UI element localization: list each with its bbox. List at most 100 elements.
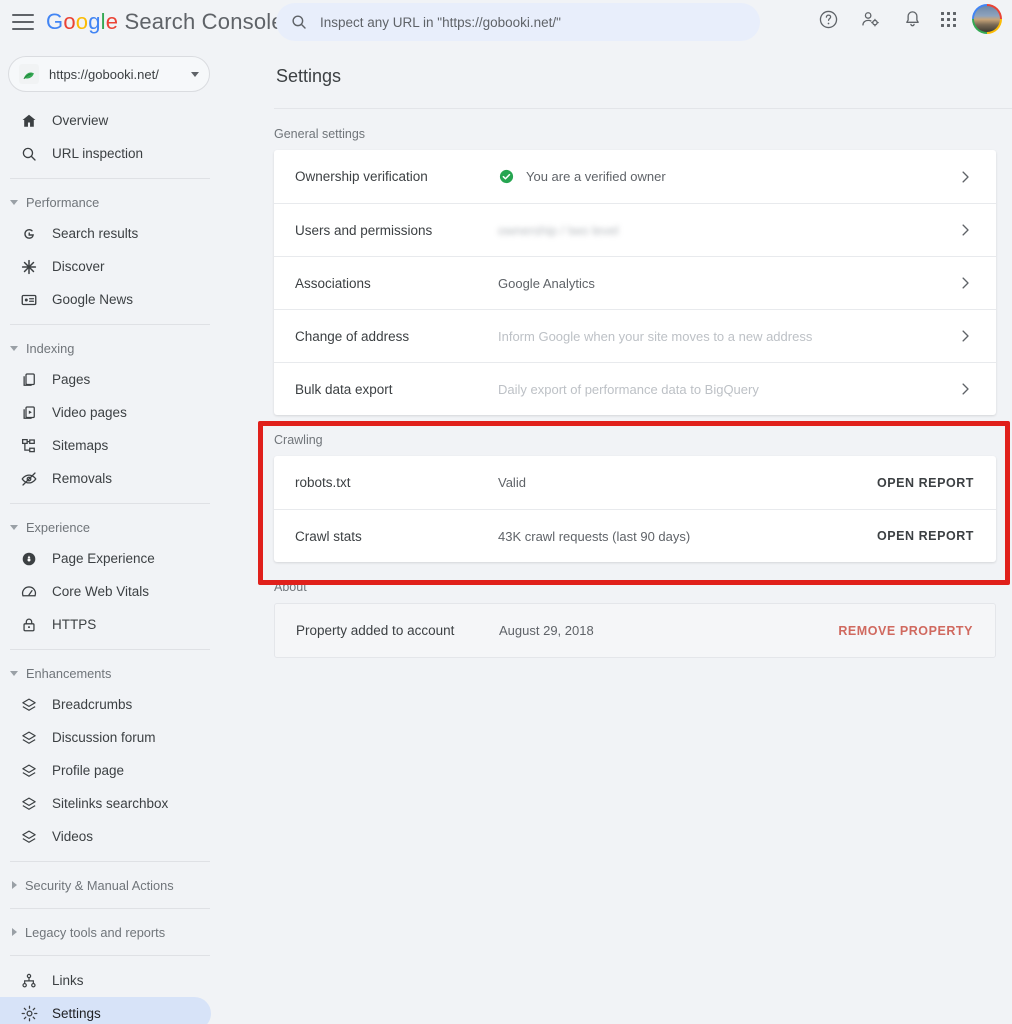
sidebar-group-label: Performance	[26, 194, 100, 210]
sidebar-item-search-results[interactable]: Search results	[0, 217, 211, 250]
sidebar-group-legacy-tools[interactable]: Legacy tools and reports	[0, 917, 220, 947]
sidebar-item-label: Settings	[52, 1006, 101, 1021]
about-card: Property added to account August 29, 201…	[274, 603, 996, 658]
sidebar-item-pages[interactable]: Pages	[0, 363, 211, 396]
sidebar-item-page-experience[interactable]: Page Experience	[0, 542, 211, 575]
sidebar-item-discover[interactable]: Discover	[0, 250, 211, 283]
section-label-general-settings: General settings	[274, 127, 366, 141]
sidebar-item-label: Videos	[52, 829, 94, 844]
sidebar-item-label: Page Experience	[52, 551, 155, 566]
sidebar-item-label: Core Web Vitals	[52, 584, 150, 599]
sidebar-nav: https://gobooki.net/ Overview URL inspec…	[0, 44, 220, 1024]
sidebar-item-label: Google News	[52, 292, 134, 307]
brand-letter: g	[88, 9, 101, 34]
brand-product: Search Console	[124, 9, 284, 34]
chevron-right-icon[interactable]	[956, 168, 974, 186]
layers-icon	[18, 793, 40, 815]
sidebar-group-enhancements[interactable]: Enhancements	[0, 658, 220, 688]
account-settings-icon[interactable]	[857, 6, 883, 32]
sidebar-divider	[10, 861, 210, 862]
brand-title: Google Search Console	[46, 9, 284, 35]
brand-letter: G	[46, 9, 64, 34]
notifications-bell-icon[interactable]	[899, 6, 925, 32]
row-label: Users and permissions	[295, 222, 433, 238]
main-content: Settings General settings Ownership veri…	[220, 44, 1012, 1024]
sidebar-item-profile-page[interactable]: Profile page	[0, 754, 211, 787]
sidebar-item-label: Overview	[52, 113, 109, 128]
row-value-text: Daily export of performance data to BigQ…	[498, 381, 759, 397]
chevron-right-icon[interactable]	[956, 274, 974, 292]
sidebar-item-video-pages[interactable]: Video pages	[0, 396, 211, 429]
open-report-button[interactable]: OPEN REPORT	[877, 529, 974, 543]
gear-icon	[18, 1003, 40, 1024]
chevron-right-icon[interactable]	[956, 380, 974, 398]
settings-row-crawl-stats[interactable]: Crawl stats 43K crawl requests (last 90 …	[274, 509, 996, 562]
chevron-right-icon	[12, 881, 17, 889]
settings-row-robots-txt[interactable]: robots.txt Valid OPEN REPORT	[274, 456, 996, 509]
chevron-right-icon[interactable]	[956, 327, 974, 345]
eye-off-icon	[18, 468, 40, 490]
settings-row-associations[interactable]: Associations Google Analytics	[274, 256, 996, 309]
sidebar-item-settings[interactable]: Settings	[0, 997, 211, 1024]
sidebar-item-videos[interactable]: Videos	[0, 820, 211, 853]
sidebar-item-overview[interactable]: Overview	[0, 104, 211, 137]
chevron-down-icon[interactable]	[191, 71, 199, 77]
sidebar-item-discussion-forum[interactable]: Discussion forum	[0, 721, 211, 754]
remove-property-button[interactable]: REMOVE PROPERTY	[838, 624, 973, 638]
section-label-crawling: Crawling	[274, 433, 323, 447]
search-console-page: Google Search Console Inspect any URL in…	[0, 0, 1012, 1024]
sidebar-group-label: Legacy tools and reports	[25, 924, 166, 940]
row-label: Associations	[295, 275, 371, 291]
sidebar-item-core-web-vitals[interactable]: Core Web Vitals	[0, 575, 211, 608]
layers-icon	[18, 694, 40, 716]
sidebar-group-indexing[interactable]: Indexing	[0, 333, 220, 363]
avatar[interactable]	[972, 4, 1002, 34]
speedometer-icon	[18, 581, 40, 603]
row-label: Ownership verification	[295, 169, 428, 184]
page-title: Settings	[276, 66, 342, 86]
sidebar-group-performance[interactable]: Performance	[0, 187, 220, 217]
crawling-section: Crawling robots.txt Valid OPEN REPORT Cr…	[220, 415, 1012, 562]
sidebar-item-label: HTTPS	[52, 617, 97, 632]
sidebar-item-sitelinks-searchbox[interactable]: Sitelinks searchbox	[0, 787, 211, 820]
sidebar-item-breadcrumbs[interactable]: Breadcrumbs	[0, 688, 211, 721]
open-report-button[interactable]: OPEN REPORT	[877, 476, 974, 490]
search-input[interactable]	[320, 14, 746, 30]
settings-row-ownership-verification[interactable]: Ownership verification You are a verifie…	[274, 150, 996, 203]
sidebar-item-https[interactable]: HTTPS	[0, 608, 211, 641]
sidebar-divider	[10, 503, 210, 504]
sidebar-group-label: Security & Manual Actions	[25, 877, 174, 893]
sidebar-item-url-inspection[interactable]: URL inspection	[0, 137, 211, 170]
sidebar-group-experience[interactable]: Experience	[0, 512, 220, 542]
row-value-text: 43K crawl requests (last 90 days)	[498, 528, 691, 544]
chevron-right-icon	[12, 928, 17, 936]
sidebar-divider	[10, 908, 210, 909]
settings-row-users-and-permissions[interactable]: Users and permissions ownership / two le…	[274, 203, 996, 256]
sidebar-item-links[interactable]: Links	[0, 964, 211, 997]
row-value: August 29, 2018	[499, 623, 838, 638]
google-g-icon	[18, 223, 40, 245]
property-selector[interactable]: https://gobooki.net/	[8, 56, 210, 92]
sidebar-group-security-manual-actions[interactable]: Security & Manual Actions	[0, 870, 220, 900]
sidebar-item-google-news[interactable]: Google News	[0, 283, 211, 316]
chevron-down-icon	[10, 199, 18, 205]
row-label: Bulk data export	[295, 381, 393, 397]
chevron-down-icon	[10, 670, 18, 676]
url-inspection-search-bar[interactable]	[276, 3, 760, 41]
help-icon[interactable]	[815, 6, 841, 32]
sidebar-item-label: Discussion forum	[52, 730, 156, 745]
sidebar-divider	[10, 178, 210, 179]
sidebar-group-label: Enhancements	[26, 665, 112, 681]
home-icon	[18, 110, 40, 132]
chevron-right-icon[interactable]	[956, 221, 974, 239]
settings-row-bulk-data-export[interactable]: Bulk data export Daily export of perform…	[274, 362, 996, 415]
settings-row-change-of-address[interactable]: Change of address Inform Google when you…	[274, 309, 996, 362]
settings-row-property-added: Property added to account August 29, 201…	[275, 604, 995, 657]
hamburger-icon[interactable]	[12, 14, 34, 30]
sidebar-item-removals[interactable]: Removals	[0, 462, 211, 495]
news-card-icon	[18, 289, 40, 311]
google-apps-grid-icon[interactable]	[941, 11, 956, 27]
pages-copy-icon	[18, 369, 40, 391]
sidebar-item-sitemaps[interactable]: Sitemaps	[0, 429, 211, 462]
row-value: Daily export of performance data to BigQ…	[498, 382, 956, 397]
